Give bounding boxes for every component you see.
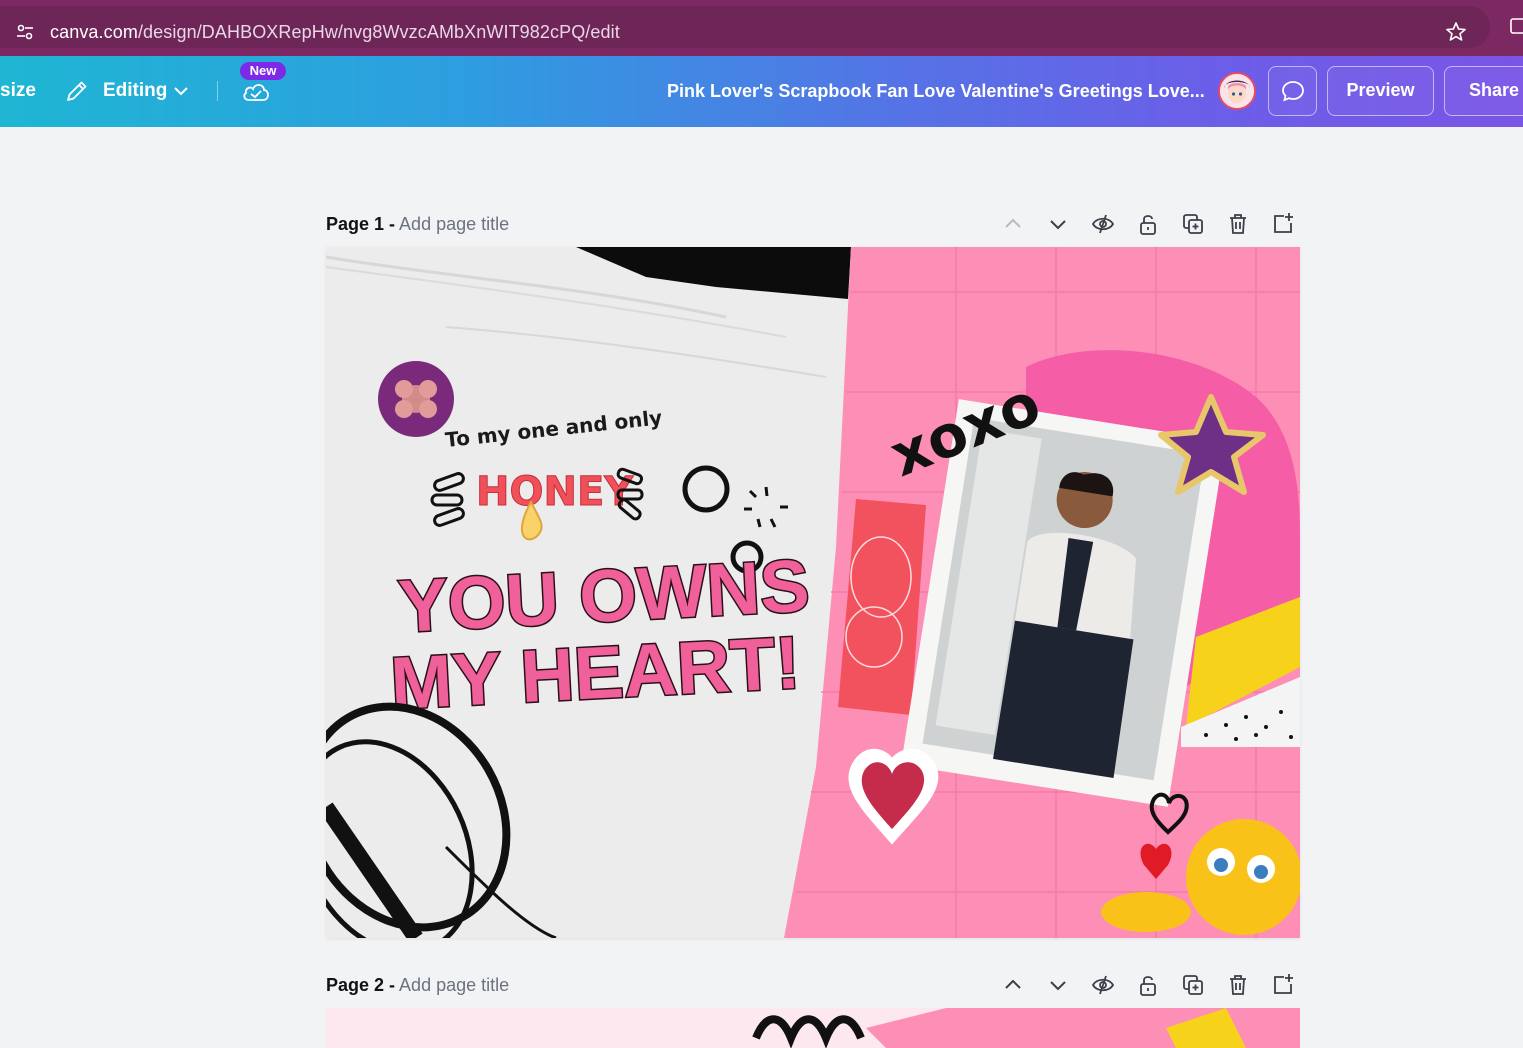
honey-text: HONEY [476, 469, 634, 515]
resize-button[interactable]: size [0, 80, 36, 102]
avatar[interactable] [1218, 72, 1256, 110]
trash-icon[interactable] [1225, 211, 1251, 237]
comment-icon [1281, 81, 1304, 102]
url-path: /design/DAHBOXRepHw/nvg8WvzcAMbXnWIT982c… [137, 22, 620, 42]
trash-icon[interactable] [1225, 972, 1251, 998]
page-number-label: Page 1 - [326, 214, 396, 234]
add-page-title-input[interactable]: Add page title [399, 975, 509, 995]
chevron-up-icon[interactable] [1000, 972, 1026, 998]
chevron-down-icon[interactable] [172, 84, 190, 98]
share-button[interactable]: Share [1444, 66, 1523, 116]
page-1-canvas[interactable]: xoxo To my one and only HONEY YOU OWNS M… [326, 247, 1300, 938]
page-2-artwork [326, 1008, 1300, 1048]
page-2-toolbar [1000, 972, 1300, 998]
site-settings-icon[interactable] [16, 23, 34, 41]
chevron-up-icon[interactable] [1000, 211, 1026, 237]
add-page-icon[interactable] [1270, 972, 1296, 998]
editor-top-bar: size Editing New Pink Lover's Scrapbook … [0, 56, 1523, 127]
chevron-down-icon[interactable] [1045, 972, 1071, 998]
url-field[interactable]: canva.com/design/DAHBOXRepHw/nvg8WvzcAMb… [0, 6, 1490, 48]
avatar-image [1220, 74, 1254, 108]
url-text: canva.com/design/DAHBOXRepHw/nvg8WvzcAMb… [50, 22, 620, 43]
hide-icon[interactable] [1090, 972, 1116, 998]
page-2-header: Page 2 - Add page title [326, 975, 509, 996]
add-page-icon[interactable] [1270, 211, 1296, 237]
extensions-icon[interactable] [1508, 16, 1523, 36]
design-title[interactable]: Pink Lover's Scrapbook Fan Love Valentin… [667, 81, 1205, 102]
lock-icon[interactable] [1135, 972, 1161, 998]
page-2-canvas[interactable] [326, 1008, 1300, 1048]
page-1-toolbar [1000, 211, 1300, 237]
comment-button[interactable] [1268, 66, 1317, 116]
page-1-header: Page 1 - Add page title [326, 214, 509, 235]
editing-mode-button[interactable]: Editing [103, 80, 167, 102]
lock-icon[interactable] [1135, 211, 1161, 237]
cloud-check-icon[interactable] [241, 78, 271, 104]
pencil-icon[interactable] [64, 78, 90, 104]
page-1-artwork: xoxo To my one and only HONEY YOU OWNS M… [326, 247, 1300, 938]
star-icon[interactable] [1444, 20, 1468, 44]
browser-address-bar: canva.com/design/DAHBOXRepHw/nvg8WvzcAMb… [0, 0, 1523, 56]
page-number-label: Page 2 - [326, 975, 396, 995]
duplicate-icon[interactable] [1180, 211, 1206, 237]
preview-button[interactable]: Preview [1327, 66, 1434, 116]
kiss-emoji [1186, 819, 1300, 935]
toolbar-divider [217, 81, 218, 101]
add-page-title-input[interactable]: Add page title [399, 214, 509, 234]
url-host: canva.com [50, 22, 138, 42]
chevron-down-icon[interactable] [1045, 211, 1071, 237]
hide-icon[interactable] [1090, 211, 1116, 237]
duplicate-icon[interactable] [1180, 972, 1206, 998]
